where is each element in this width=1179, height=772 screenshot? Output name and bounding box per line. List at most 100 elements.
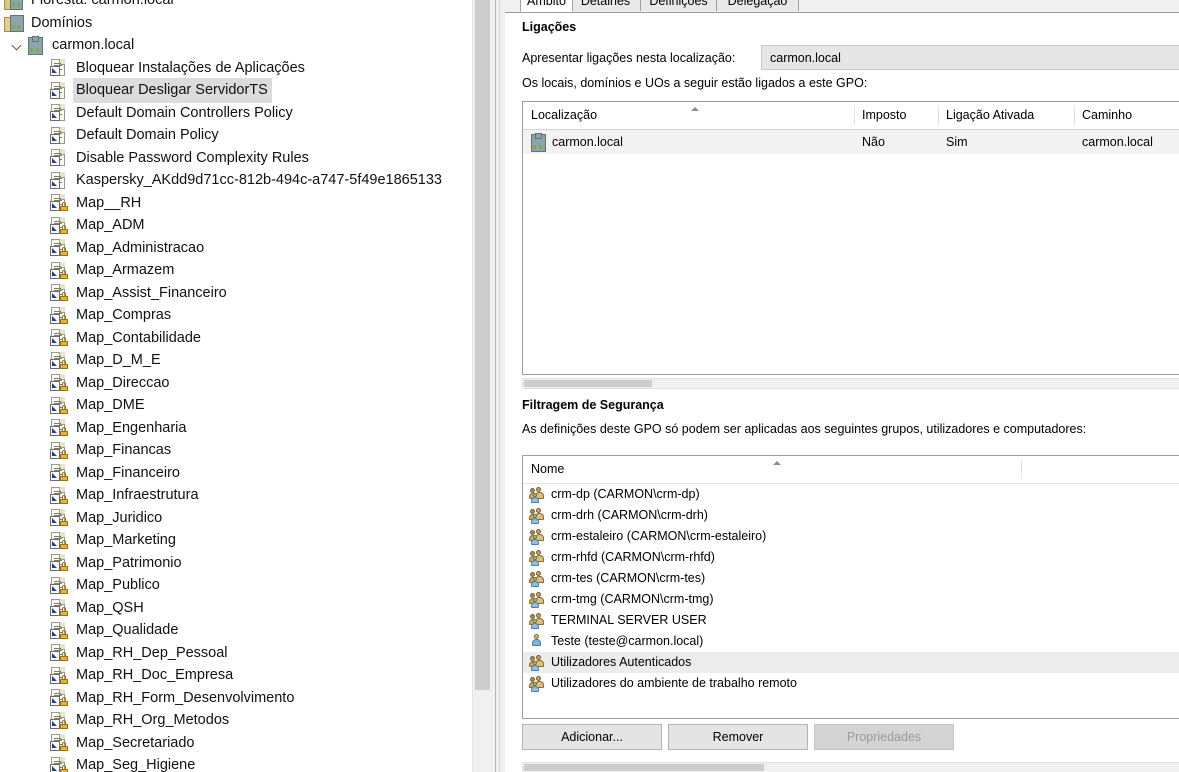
links-listview[interactable]: Localização Imposto Ligação Ativada Cami… — [522, 101, 1179, 375]
tree-item-default-domain-controllers-policy[interactable]: Default Domain Controllers Policy — [0, 102, 472, 125]
tree-item-bloquear-instala-es-de-aplica-es[interactable]: Bloquear Instalações de Aplicações — [0, 57, 472, 80]
tree-vertical-scrollbar[interactable] — [472, 0, 492, 772]
tree-item-map-compras[interactable]: Map_Compras — [0, 304, 472, 327]
links-col-caminho[interactable]: Caminho — [1074, 102, 1179, 129]
tree-item-bloquear-desligar-servidorts[interactable]: Bloquear Desligar ServidorTS — [0, 78, 472, 103]
tree-item-map-rh-doc-empresa[interactable]: Map_RH_Doc_Empresa — [0, 664, 472, 687]
links-col-localizacao[interactable]: Localização — [523, 102, 854, 129]
tree-item-map-seg-higiene[interactable]: Map_Seg_Higiene — [0, 754, 472, 772]
tree-item-map-patrimonio[interactable]: Map_Patrimonio — [0, 552, 472, 575]
tree-item-map-qsh[interactable]: Map_QSH — [0, 597, 472, 620]
tree-item-carmon-local[interactable]: carmon.local — [0, 34, 472, 57]
tree-expander-carmon-local[interactable] — [10, 38, 24, 52]
tree-item-disable-password-complexity-rules[interactable]: Disable Password Complexity Rules — [0, 147, 472, 170]
gpo-locked-icon — [50, 194, 68, 212]
tree-item-map-assist-financeiro[interactable]: Map_Assist_Financeiro — [0, 282, 472, 305]
lock-icon — [60, 449, 68, 459]
tree-item-map-infraestrutura[interactable]: Map_Infraestrutura — [0, 484, 472, 507]
links-col-ligacao[interactable]: Ligação Ativada — [938, 102, 1074, 129]
tree-item-map-rh-org-metodos[interactable]: Map_RH_Org_Metodos — [0, 709, 472, 732]
security-list-item-label: crm-tmg (CARMON\crm-tmg) — [551, 592, 714, 606]
tree-item-map-administracao[interactable]: Map_Administracao — [0, 237, 472, 260]
tree-item-map-engenharia[interactable]: Map_Engenharia — [0, 417, 472, 440]
security-listview[interactable]: Nome crm-dp (CARMON\crm-dp) crm-drh (CARM… — [522, 455, 1179, 719]
links-section-title: Ligações — [522, 20, 577, 34]
domain-icon — [529, 133, 546, 152]
detail-hscroll-thumb[interactable] — [524, 764, 764, 771]
security-rows[interactable]: crm-dp (CARMON\crm-dp) crm-drh (CARMON\cr… — [523, 484, 1179, 694]
tree-scrollbar-thumb[interactable] — [475, 0, 490, 690]
links-horizontal-scrollbar[interactable] — [522, 378, 1179, 389]
tab-defini-es[interactable]: Definições — [640, 0, 717, 11]
tab--mbito[interactable]: Âmbito — [520, 0, 573, 12]
lock-icon — [60, 404, 68, 414]
security-listview-header[interactable]: Nome — [523, 456, 1179, 484]
links-table-row[interactable]: carmon.local Não Sim carmon.local — [523, 130, 1179, 154]
gpo-locked-icon — [50, 486, 68, 504]
gpo-icon — [50, 126, 67, 144]
tree-item-map-rh[interactable]: Map__RH — [0, 192, 472, 215]
tree-item-map-qualidade[interactable]: Map_Qualidade — [0, 619, 472, 642]
tree-item-map-financeiro[interactable]: Map_Financeiro — [0, 462, 472, 485]
gpo-tree-pane[interactable]: Floresta: carmon.local Domínios carmon.loc… — [0, 0, 472, 772]
tree-item-map-juridico[interactable]: Map_Juridico — [0, 507, 472, 530]
tree-item-map-contabilidade[interactable]: Map_Contabilidade — [0, 327, 472, 350]
gpo-locked-icon — [50, 711, 68, 729]
tree-item-label: Map_Armazem — [76, 262, 175, 278]
tab-delega-o[interactable]: Delegação — [716, 0, 799, 11]
detail-tabstrip[interactable]: Âmbito Detalhes Definições Delegação — [505, 0, 1179, 13]
tab-label: Delegação — [727, 0, 788, 8]
links-cell-ligacao: Sim — [946, 135, 968, 149]
gpo-locked-icon — [50, 599, 68, 617]
security-list-item[interactable]: crm-tes (CARMON\crm-tes) — [523, 568, 1179, 589]
links-hscroll-thumb[interactable] — [524, 380, 652, 387]
security-list-item[interactable]: Teste (teste@carmon.local) — [523, 631, 1179, 652]
gpo-icon — [50, 81, 67, 99]
security-list-item[interactable]: TERMINAL SERVER USER — [523, 610, 1179, 631]
tree-item-map-dme[interactable]: Map_DME — [0, 394, 472, 417]
lock-icon — [60, 382, 68, 392]
tree-item-label: Map_Patrimonio — [76, 554, 182, 571]
tab-label: Detalhes — [580, 0, 631, 8]
tree-item-map-armazem[interactable]: Map_Armazem — [0, 259, 472, 282]
tree-item-label: Bloquear Instalações de Aplicações — [76, 59, 305, 76]
security-list-item[interactable]: crm-rhfd (CARMON\crm-rhfd) — [523, 547, 1179, 568]
security-list-item[interactable]: Utilizadores Autenticados — [523, 652, 1179, 673]
links-listview-header[interactable]: Localização Imposto Ligação Ativada Cami… — [523, 102, 1179, 130]
tree-item-map-marketing[interactable]: Map_Marketing — [0, 529, 472, 552]
tree-item-map-publico[interactable]: Map_Publico — [0, 574, 472, 597]
links-rows[interactable]: carmon.local Não Sim carmon.local — [523, 130, 1179, 154]
security-list-item[interactable]: crm-tmg (CARMON\crm-tmg) — [523, 589, 1179, 610]
adicionar-button[interactable]: Adicionar... — [522, 724, 662, 750]
security-list-item[interactable]: crm-estaleiro (CARMON\crm-estaleiro) — [523, 526, 1179, 547]
tree-item-kaspersky-akdd9d71cc-812b-494c-a747-5f49e1865133[interactable]: Kaspersky_AKdd9d71cc-812b-494c-a747-5f49… — [0, 169, 472, 192]
tree-item-map-direccao[interactable]: Map_Direccao — [0, 372, 472, 395]
remover-button[interactable]: Remover — [668, 724, 808, 750]
tree-item-map-rh-form-desenvolvimento[interactable]: Map_RH_Form_Desenvolvimento — [0, 687, 472, 710]
links-cell-imposto: Não — [862, 135, 885, 149]
tree-item-map-d-m-e[interactable]: Map_D_M_E — [0, 349, 472, 372]
tree-item-label: Default Domain Controllers Policy — [76, 104, 293, 121]
group-icon — [529, 571, 545, 587]
tree-item-map-adm[interactable]: Map_ADM — [0, 214, 472, 237]
detail-horizontal-scrollbar[interactable] — [522, 762, 1179, 772]
tab-detalhes[interactable]: Detalhes — [570, 0, 641, 11]
tree-item-map-financas[interactable]: Map_Financas — [0, 439, 472, 462]
tree-item-dom-nios[interactable]: Domínios — [0, 12, 472, 35]
security-list-item[interactable]: crm-drh (CARMON\crm-drh) — [523, 505, 1179, 526]
tree-item-default-domain-policy[interactable]: Default Domain Policy — [0, 124, 472, 147]
tab-label: Definições — [649, 0, 708, 8]
security-list-item-label: crm-drh (CARMON\crm-drh) — [551, 508, 708, 522]
security-list-item-label: TERMINAL SERVER USER — [551, 613, 707, 627]
tree-item-label: Map_Qualidade — [76, 622, 179, 638]
security-list-item[interactable]: Utilizadores do ambiente de trabalho rem… — [523, 673, 1179, 694]
gpo-locked-icon — [50, 374, 68, 392]
tree-item-map-rh-dep-pessoal[interactable]: Map_RH_Dep_Pessoal — [0, 642, 472, 665]
security-list-item[interactable]: crm-dp (CARMON\crm-dp) — [523, 484, 1179, 505]
links-col-imposto[interactable]: Imposto — [854, 102, 938, 129]
links-location-combo[interactable]: carmon.local — [761, 45, 1179, 70]
tree-item-label: Map__RH — [76, 194, 142, 211]
tree-item-map-secretariado[interactable]: Map_Secretariado — [0, 732, 472, 755]
pane-splitter[interactable] — [491, 0, 505, 772]
tree-item-label: Map_ADM — [76, 217, 145, 233]
